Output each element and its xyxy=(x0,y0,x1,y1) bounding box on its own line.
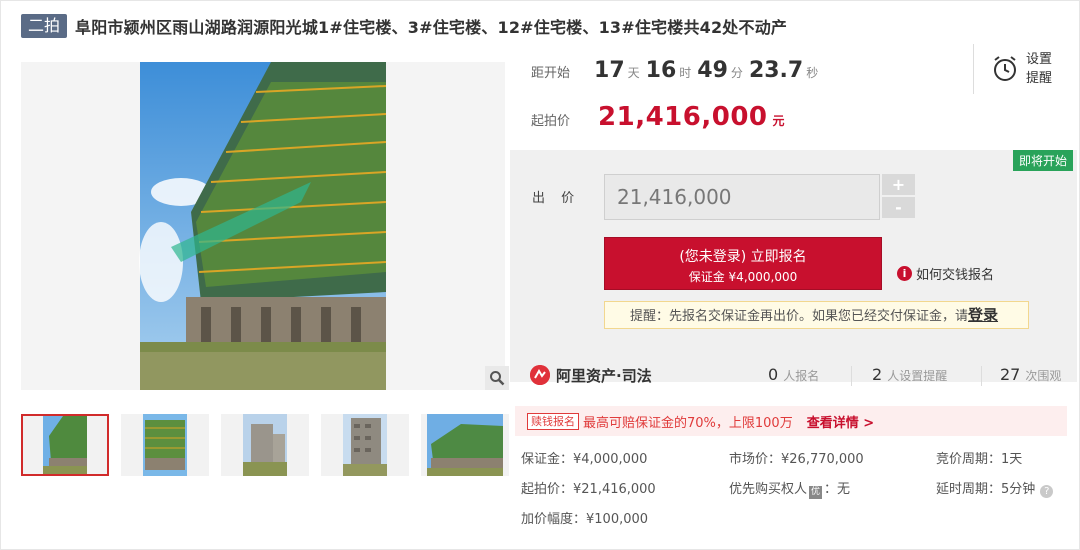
view-stat: 27 次围观 xyxy=(1000,365,1061,384)
login-tip: 提醒：先报名交保证金再出价。如果您已经交付保证金，请登录 xyxy=(604,301,1029,329)
tip-text: 提醒：先报名交保证金再出价。如果您已经交付保证金，请 xyxy=(630,309,969,324)
start-price-value: 21,416,000 xyxy=(598,102,768,132)
priority-buyer-value: ：无 xyxy=(824,482,851,497)
reminder-stat: 2 人设置提醒 xyxy=(872,365,947,384)
main-photo[interactable] xyxy=(21,62,505,390)
round-badge: 二拍 xyxy=(21,14,68,38)
thumbnail-5[interactable] xyxy=(421,414,509,476)
countdown-minutes-unit: 分 xyxy=(730,66,743,80)
info-icon: i xyxy=(897,266,912,281)
registered-stat: 0 人报名 xyxy=(768,365,819,384)
countdown-days-unit: 天 xyxy=(627,66,640,80)
deposit-info: 保证金：¥4,000,000 xyxy=(521,452,648,467)
alarm-clock-icon xyxy=(994,56,1016,81)
decrease-bid-button[interactable]: - xyxy=(882,197,915,218)
start-price-unit: 元 xyxy=(772,114,785,128)
stat-divider xyxy=(851,366,852,386)
register-deposit-label: 保证金 ¥4,000,000 xyxy=(688,270,798,284)
page-title: 阜阳市颍州区雨山湖路润源阳光城1#住宅楼、3#住宅楼、12#住宅楼、13#住宅楼… xyxy=(75,18,788,37)
countdown-label: 距开始 xyxy=(531,66,571,81)
countdown-hours: 16 xyxy=(645,58,677,83)
thumbnail-3[interactable] xyxy=(221,414,309,476)
magnifier-icon xyxy=(490,371,505,386)
register-button[interactable]: (您未登录) 立即报名 保证金 ¥4,000,000 xyxy=(604,237,882,290)
platform-brand-label: 阿里资产·司法 xyxy=(556,366,652,385)
thumbnail-2[interactable] xyxy=(121,414,209,476)
start-price-info: 起拍价：¥21,416,000 xyxy=(521,482,656,497)
priority-buyer-info: 优先购买权人优：无 xyxy=(729,478,850,499)
countdown-seconds-unit: 秒 xyxy=(806,66,819,80)
reminder-label-line1: 设置 xyxy=(1026,52,1053,67)
login-link[interactable]: 登录 xyxy=(968,306,998,324)
view-label: 次围观 xyxy=(1025,369,1062,383)
registered-count: 0 xyxy=(768,365,779,384)
promo-tag: 赎钱报名 xyxy=(527,412,579,430)
priority-icon: 优 xyxy=(809,486,823,499)
title-row: 二拍 阜阳市颍州区雨山湖路润源阳光城1#住宅楼、3#住宅楼、12#住宅楼、13#… xyxy=(21,13,787,39)
view-count: 27 xyxy=(1000,365,1021,384)
promo-text: 最高可赔保证金的70%，上限100万 xyxy=(583,415,793,431)
auction-panel: 距开始 17 天 16 时 49 分 23.7 秒 设置 提醒 起拍价 21,4… xyxy=(510,40,1080,550)
bid-amount-input[interactable]: 21,416,000 xyxy=(604,174,880,220)
delay-period-label: 延时周期：5分钟 xyxy=(936,482,1036,497)
countdown-days: 17 xyxy=(594,58,625,83)
promo-details-link[interactable]: 查看详情 > xyxy=(807,412,874,431)
countdown: 距开始 17 天 16 时 49 分 23.7 秒 xyxy=(531,58,824,83)
start-price-row: 起拍价 21,416,000 元 xyxy=(531,102,785,132)
platform-brand[interactable]: 阿里资产·司法 xyxy=(530,365,652,386)
bid-label: 出 价 xyxy=(532,191,581,206)
increment-info: 加价幅度：¥100,000 xyxy=(521,512,649,527)
ali-assets-logo-icon xyxy=(530,365,550,385)
countdown-minutes: 49 xyxy=(697,58,728,83)
platform-stats: 阿里资产·司法 0 人报名 2 人设置提醒 27 次围观 xyxy=(530,358,1070,392)
reminder-label-line2: 提醒 xyxy=(1026,71,1053,86)
reminder-stat-label: 人设置提醒 xyxy=(887,369,948,383)
bidding-period-info: 竞价周期：1天 xyxy=(936,452,1023,467)
increase-bid-button[interactable]: + xyxy=(882,174,915,195)
start-price-label: 起拍价 xyxy=(531,114,571,129)
countdown-hours-unit: 时 xyxy=(679,66,692,80)
status-badge: 即将开始 xyxy=(1012,150,1073,171)
thumbnail-1[interactable] xyxy=(21,414,109,476)
delay-period-info: 延时周期：5分钟? xyxy=(936,478,1054,498)
bid-box: 即将开始 出 价 21,416,000 + - (您未登录) 立即报名 保证金 … xyxy=(510,150,1077,382)
countdown-seconds: 23.7 xyxy=(748,58,804,83)
registered-label: 人报名 xyxy=(783,369,820,383)
compensation-promo: 赎钱报名 最高可赔保证金的70%，上限100万 查看详情 > xyxy=(515,406,1067,436)
reminder-label: 设置 提醒 xyxy=(1026,50,1052,88)
help-icon[interactable]: ? xyxy=(1040,485,1054,498)
priority-buyer-label: 优先购买权人 xyxy=(729,482,808,497)
thumbnail-4[interactable] xyxy=(321,414,409,476)
how-to-register-link[interactable]: i 如何交钱报名 xyxy=(897,264,994,283)
set-reminder-button[interactable]: 设置 提醒 xyxy=(973,44,1065,94)
reminder-count: 2 xyxy=(872,365,883,384)
zoom-button[interactable] xyxy=(485,366,509,390)
register-button-label: (您未登录) 立即报名 xyxy=(679,249,807,265)
market-price-info: 市场价：¥26,770,000 xyxy=(729,452,864,467)
stat-divider xyxy=(981,366,982,386)
how-to-register-label: 如何交钱报名 xyxy=(916,268,995,283)
